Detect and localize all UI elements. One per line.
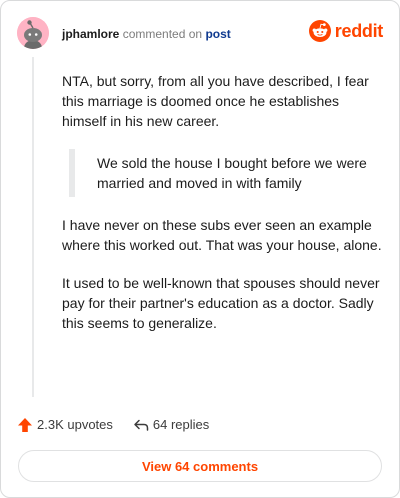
comment-stats: 2.3K upvotes 64 replies — [17, 416, 209, 434]
reddit-logo[interactable]: reddit — [308, 20, 384, 42]
comment-paragraph: It used to be well-known that spouses sh… — [62, 275, 380, 331]
comment-header: jphamlore commented on post — [62, 27, 231, 41]
reddit-wordmark: reddit — [334, 21, 384, 41]
comment-paragraph: I have never on these subs ever seen an … — [62, 217, 382, 253]
blockquote: We sold the house I bought before we wer… — [69, 149, 382, 197]
replies-button[interactable]: 64 replies — [133, 416, 209, 434]
reply-count: 64 replies — [152, 417, 210, 432]
comment-card: jphamlore commented on post reddit NTA, … — [0, 0, 400, 498]
upvote-arrow-icon — [18, 418, 32, 432]
avatar[interactable] — [17, 17, 49, 49]
snoo-avatar-icon — [17, 17, 49, 49]
upvote-button[interactable]: 2.3K upvotes — [17, 416, 113, 434]
thread-line[interactable] — [32, 57, 34, 397]
reddit-snoo-icon — [308, 20, 331, 42]
commented-on-text: commented on — [122, 27, 203, 41]
comment-body: NTA, but sorry, from all you have descri… — [62, 71, 382, 351]
view-comments-button[interactable]: View 64 comments — [18, 450, 382, 482]
reply-arrow-icon — [134, 419, 149, 431]
post-link[interactable]: post — [205, 27, 230, 41]
comment-paragraph: NTA, but sorry, from all you have descri… — [62, 73, 369, 129]
upvote-count: 2.3K upvotes — [37, 417, 113, 432]
username-link[interactable]: jphamlore — [62, 27, 119, 41]
quote-text: We sold the house I bought before we wer… — [97, 155, 367, 191]
